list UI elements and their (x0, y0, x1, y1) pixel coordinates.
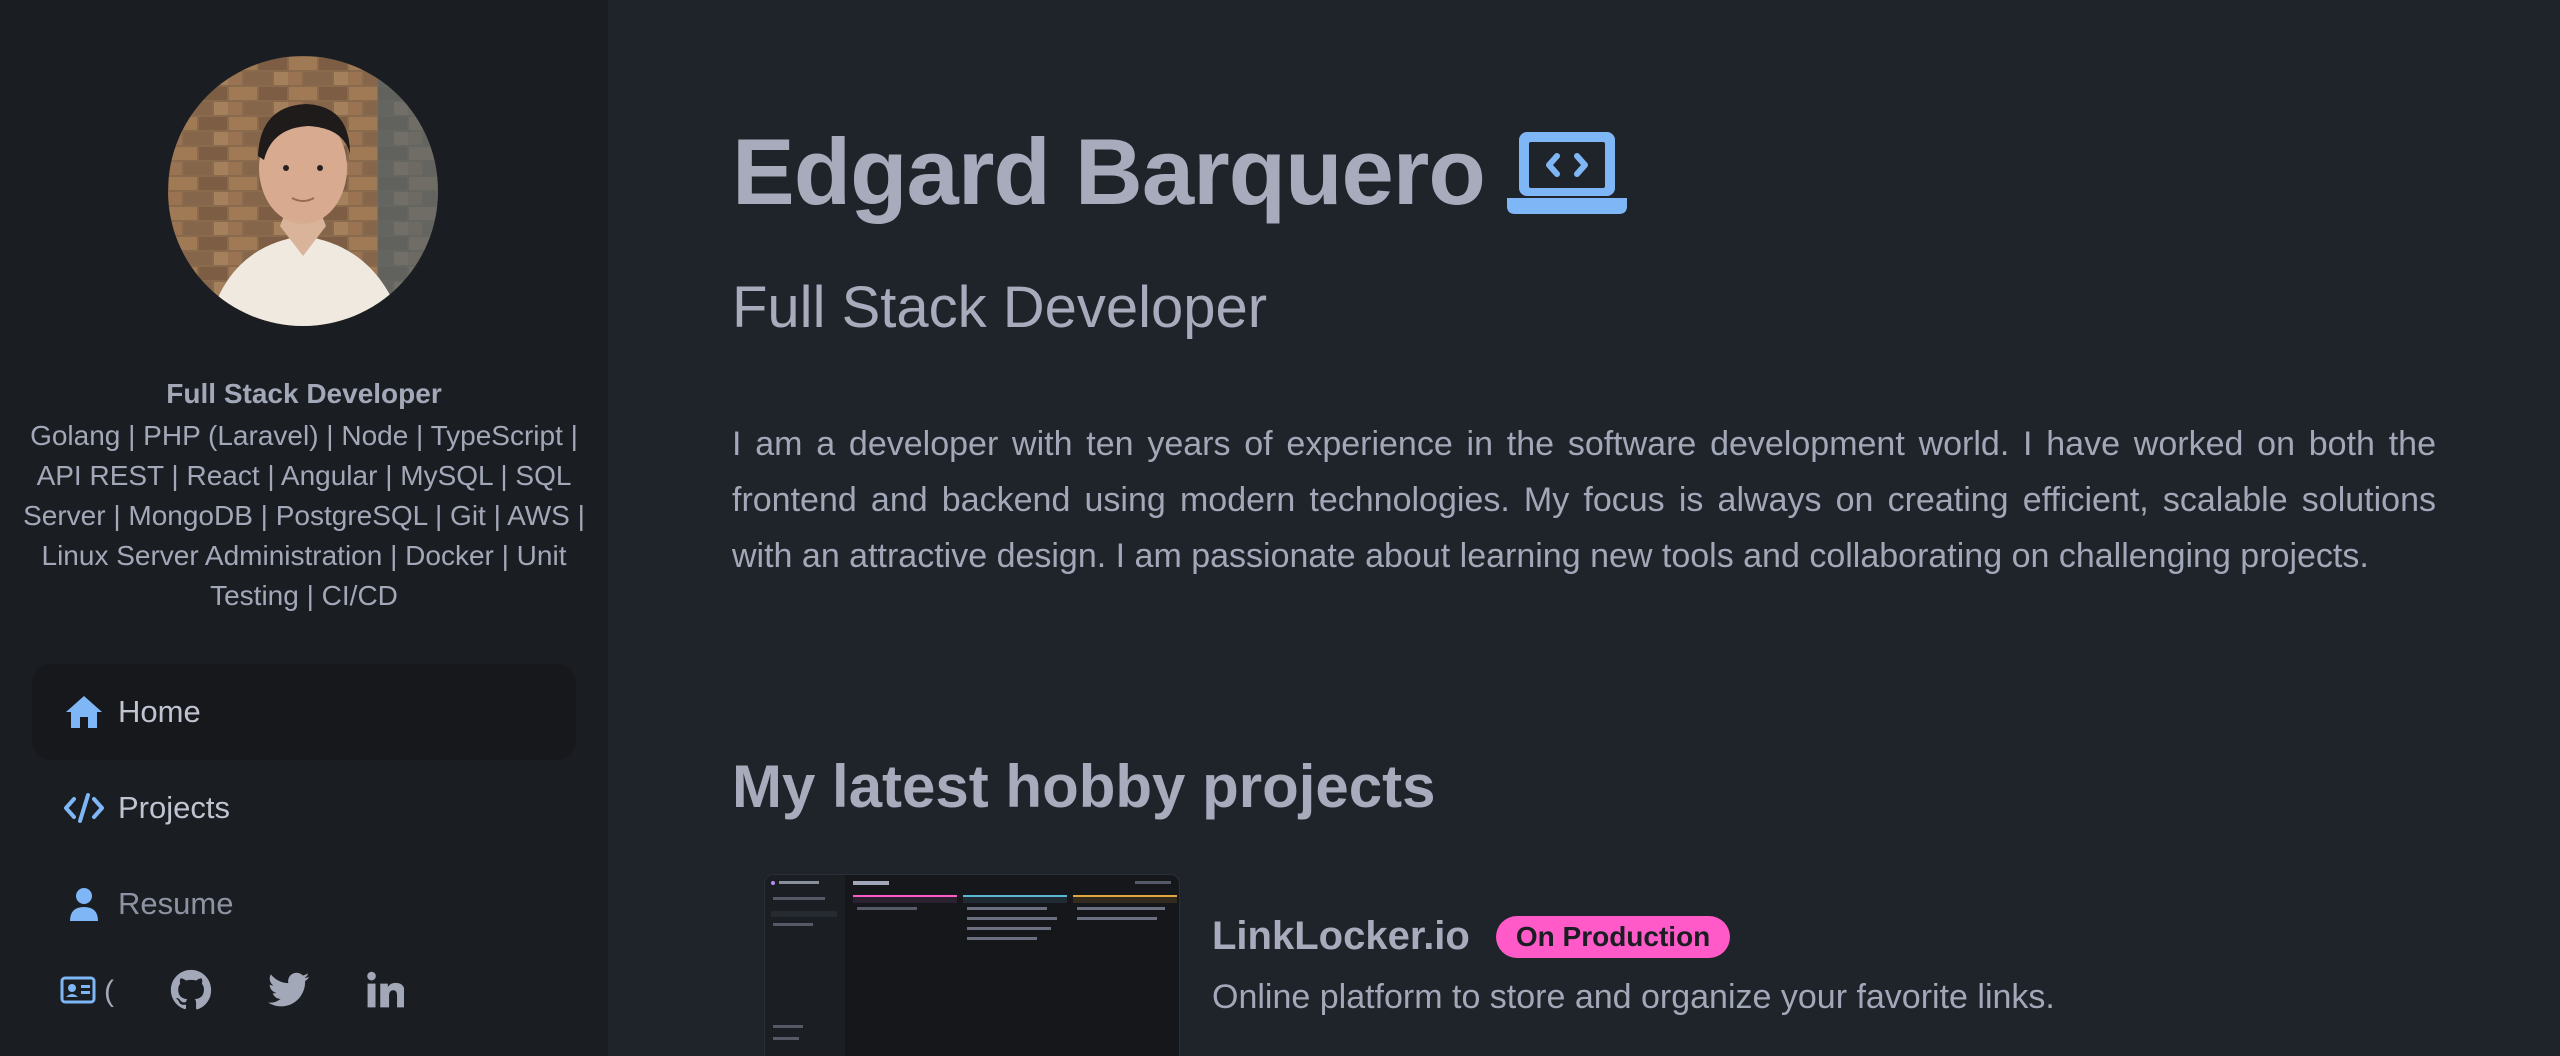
code-icon (62, 786, 106, 830)
contact-partial-label: ( (104, 975, 114, 1008)
linkedin-link[interactable] (366, 971, 405, 1014)
project-title-row: LinkLocker.io On Production (1212, 914, 1731, 959)
user-icon (62, 882, 106, 926)
nav-item-projects[interactable]: Projects (32, 760, 576, 856)
nav-item-label: Home (118, 694, 201, 729)
sidebar-skills: Golang | PHP (Laravel) | Node | TypeScri… (23, 420, 585, 611)
laptop-code-icon (1505, 128, 1629, 216)
nav-item-label: Resume (118, 886, 234, 921)
linkedin-icon (366, 971, 405, 1014)
sidebar: Full Stack Developer Golang | PHP (Larav… (0, 0, 608, 1056)
nav-item-home[interactable]: Home (32, 664, 576, 760)
status-badge: On Production (1495, 915, 1731, 958)
project-thumbnail[interactable] (764, 874, 1180, 1056)
github-icon (170, 969, 212, 1016)
sidebar-title: Full Stack Developer (166, 378, 442, 409)
contact-card-icon (60, 975, 96, 1010)
project-name[interactable]: LinkLocker.io (1212, 914, 1470, 959)
twitter-icon (268, 972, 310, 1013)
github-link[interactable] (170, 969, 212, 1016)
social-links: ( (60, 968, 460, 1016)
projects-heading: My latest hobby projects (732, 753, 1436, 820)
main-content: Edgard Barquero Full Stack Developer I a… (608, 0, 2560, 1056)
bio-paragraph: I am a developer with ten years of exper… (732, 425, 2436, 575)
twitter-link[interactable] (268, 972, 310, 1013)
nav-item-resume[interactable]: Resume (32, 856, 576, 952)
avatar (168, 56, 438, 326)
job-title: Full Stack Developer (732, 275, 1268, 340)
page-title: Edgard Barquero (732, 118, 1629, 226)
contact-card-link[interactable]: ( (60, 975, 114, 1010)
nav-item-label: Projects (118, 790, 230, 825)
owner-name: Edgard Barquero (732, 119, 1486, 224)
project-description: Online platform to store and organize yo… (1212, 978, 2055, 1016)
home-icon (62, 690, 106, 734)
